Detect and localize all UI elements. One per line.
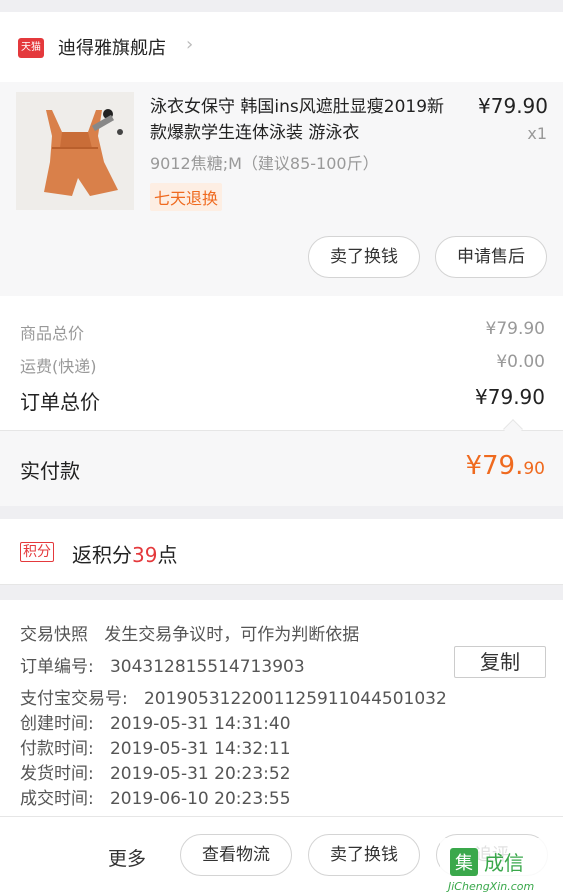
watermark-text: JiChengXin.com [446,880,534,893]
paid-time: 2019-05-31 14:32:11 [109,739,291,759]
actual-payment-label: 实付款 [20,459,80,483]
shipped-time: 2019-05-31 20:23:52 [109,764,291,784]
store-name[interactable]: 迪得雅旗舰店 [58,34,166,60]
points-prefix: 返积分 [72,543,132,567]
shipping-value: ¥0.00 [496,352,545,372]
product-thumbnail[interactable] [16,92,134,210]
view-logistics-button[interactable]: 查看物流 [180,834,292,876]
snapshot-desc: 发生交易争议时，可作为判断依据 [104,625,360,645]
swimsuit-photo-icon [16,92,134,210]
price-summary: 商品总价 ¥79.90 运费(快递) ¥0.00 订单总价 ¥79.90 实付款… [0,296,563,506]
completed-time-label: 成交时间: [20,789,94,809]
divider [0,816,563,817]
svg-text:集: 集 [455,853,473,874]
sell-for-cash-button[interactable]: 卖了换钱 [308,236,420,278]
points-value: 39 [132,543,158,567]
goods-total-label: 商品总价 [20,324,85,343]
order-number: 304312815514713903 [109,657,305,677]
alipay-number: 2019053122001125911044501032 [143,689,447,709]
site-watermark: 集 成信 JiChengXin.com [440,838,563,896]
completed-time-row: 成交时间: 2019-06-10 20:23:55 [20,784,291,809]
shipped-time-label: 发货时间: [20,764,94,784]
apply-after-sale-button[interactable]: 申请售后 [435,236,547,278]
shipping-label: 运费(快递) [20,357,97,376]
actual-payment-integer: ¥79. [465,451,524,481]
order-total-value: ¥79.90 [475,385,545,409]
snapshot-label[interactable]: 交易快照 [20,625,88,645]
product-title[interactable]: 泳衣女保守 韩国ins风遮肚显瘦2019新款爆款学生连体泳装 游泳衣 [150,94,455,146]
product-row[interactable]: 泳衣女保守 韩国ins风遮肚显瘦2019新款爆款学生连体泳装 游泳衣 ¥79.9… [0,82,563,296]
points-text: 返积分39点 [72,539,177,568]
watermark-logo-icon: 集 成信 JiChengXin.com [440,838,563,896]
tmall-icon: 天猫 [18,38,44,58]
points-badge: 积分 [20,542,54,562]
order-number-row: 订单编号: 304312815514713903 [20,652,305,677]
actual-payment-value: ¥79.90 [465,451,545,481]
order-number-label: 订单编号: [20,657,94,677]
sell-for-cash-button-bottom[interactable]: 卖了换钱 [308,834,420,876]
shipped-time-row: 发货时间: 2019-05-31 20:23:52 [20,759,291,784]
chevron-right-icon[interactable]: › [186,34,193,55]
created-time: 2019-05-31 14:31:40 [109,714,291,734]
order-total-label: 订单总价 [20,390,100,414]
created-time-label: 创建时间: [20,714,94,734]
completed-time: 2019-06-10 20:23:55 [109,789,291,809]
order-item-card: 天猫 迪得雅旗舰店 › 泳衣女保守 韩国ins风遮肚显瘦2019新款爆款学生连体… [0,12,563,296]
points-row: 积分 返积分39点 [0,519,563,585]
created-time-row: 创建时间: 2019-05-31 14:31:40 [20,709,291,734]
alipay-number-row: 支付宝交易号: 2019053122001125911044501032 [20,684,447,709]
seven-day-return-badge: 七天退换 [150,183,223,211]
paid-time-label: 付款时间: [20,739,94,759]
actual-payment-row: 实付款 ¥79.90 [0,430,563,506]
more-button[interactable]: 更多 [108,844,146,871]
paid-time-row: 付款时间: 2019-05-31 14:32:11 [20,734,291,759]
svg-text:成信: 成信 [484,851,524,875]
trade-snapshot-row[interactable]: 交易快照 发生交易争议时，可作为判断依据 [20,620,359,645]
points-suffix: 点 [157,543,178,567]
product-spec: 9012焦糖;M（建议85-100斤） [150,154,379,173]
product-quantity: x1 [527,124,547,143]
product-price: ¥79.90 [478,94,548,118]
alipay-number-label: 支付宝交易号: [20,689,128,709]
copy-button[interactable]: 复制 [454,646,546,678]
goods-total-value: ¥79.90 [485,319,545,339]
actual-payment-cents: 90 [523,459,545,479]
